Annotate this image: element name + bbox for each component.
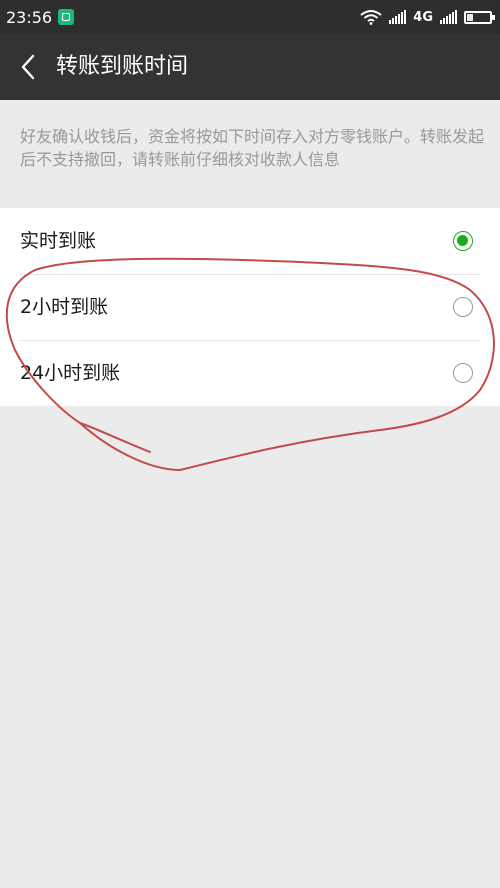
back-button[interactable] [12,46,46,88]
option-label: 2小时到账 [20,296,109,318]
wifi-icon [360,10,382,25]
status-time: 23:56 [6,7,53,27]
signal-icon [389,10,407,24]
transfer-time-description: 好友确认收钱后，资金将按如下时间存入对方零钱账户。转账发起后不支持撤回，请转账前… [20,127,485,169]
radio-button[interactable] [453,231,473,251]
network-type: 4G [413,9,433,25]
radio-button[interactable] [453,297,473,317]
signal-icon-secondary [440,10,457,24]
page-title: 转账到账时间 [56,54,189,79]
option-label: 24小时到账 [20,362,121,384]
status-bar: 23:56 4G [0,0,500,34]
title-bar: 转账到账时间 [0,34,500,100]
screenshot-icon [58,9,75,25]
status-indicators: 4G [360,0,495,34]
radio-button[interactable] [453,363,473,383]
option-instant[interactable]: 实时到账 [0,208,500,274]
battery-icon [464,10,495,24]
option-2-hours[interactable]: 2小时到账 [0,274,500,340]
option-24-hours[interactable]: 24小时到账 [0,340,500,406]
battery-level [467,13,473,21]
option-label: 实时到账 [20,230,97,252]
arrival-time-options: 实时到账 2小时到账 24小时到账 [0,208,500,406]
chevron-left-icon [21,54,35,80]
